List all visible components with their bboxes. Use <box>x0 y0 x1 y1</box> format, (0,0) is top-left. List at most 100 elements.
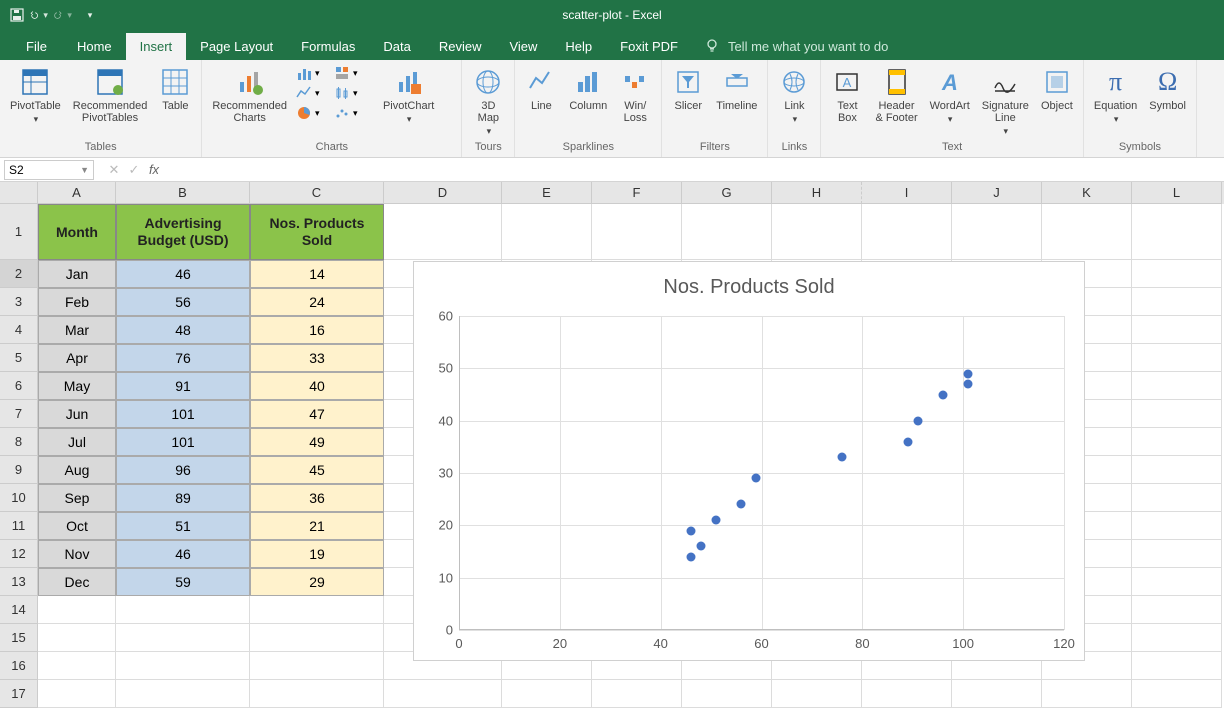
cell[interactable] <box>1132 680 1222 708</box>
row-header[interactable]: 11 <box>0 512 38 540</box>
cell[interactable]: Feb <box>38 288 116 316</box>
cell[interactable] <box>1132 204 1222 260</box>
cell[interactable] <box>38 652 116 680</box>
cell[interactable] <box>1132 316 1222 344</box>
tab-data[interactable]: Data <box>369 33 424 60</box>
textbox-button[interactable]: AText Box <box>827 64 867 126</box>
cell[interactable] <box>502 680 592 708</box>
cell[interactable] <box>1132 484 1222 512</box>
cell[interactable] <box>1132 400 1222 428</box>
wordart-button[interactable]: AWordArt▾ <box>926 64 974 127</box>
chart-plot-area[interactable]: 0102030405060020406080100120 <box>459 316 1064 630</box>
cell[interactable] <box>1132 260 1222 288</box>
data-point[interactable] <box>964 369 973 378</box>
cell[interactable]: Mar <box>38 316 116 344</box>
cell[interactable] <box>682 204 772 260</box>
cell[interactable] <box>1132 596 1222 624</box>
link-button[interactable]: Link▾ <box>774 64 814 127</box>
data-point[interactable] <box>838 453 847 462</box>
cell[interactable] <box>38 680 116 708</box>
row-header[interactable]: 9 <box>0 456 38 484</box>
cell[interactable]: 14 <box>250 260 384 288</box>
signature-line-button[interactable]: Signature Line▾ <box>978 64 1033 139</box>
data-point[interactable] <box>712 516 721 525</box>
fx-icon[interactable]: fx <box>146 162 162 178</box>
cell[interactable]: 96 <box>116 456 250 484</box>
tab-file[interactable]: File <box>10 33 63 60</box>
cell[interactable]: 49 <box>250 428 384 456</box>
row-header[interactable]: 3 <box>0 288 38 316</box>
column-header[interactable]: C <box>250 182 384 204</box>
sparkline-column-button[interactable]: Column <box>565 64 611 114</box>
cell[interactable] <box>952 680 1042 708</box>
tab-formulas[interactable]: Formulas <box>287 33 369 60</box>
cell[interactable] <box>384 204 502 260</box>
row-header[interactable]: 14 <box>0 596 38 624</box>
cell[interactable] <box>682 680 772 708</box>
column-header[interactable]: L <box>1132 182 1222 204</box>
pivottable-button[interactable]: PivotTable▾ <box>6 64 65 127</box>
cell[interactable]: 56 <box>116 288 250 316</box>
qat-customize-icon[interactable]: ▾ <box>79 4 101 26</box>
cell[interactable]: Sep <box>38 484 116 512</box>
cell[interactable] <box>1132 512 1222 540</box>
cell[interactable] <box>1132 652 1222 680</box>
cell[interactable] <box>116 652 250 680</box>
column-header[interactable]: G <box>682 182 772 204</box>
cell[interactable] <box>772 680 862 708</box>
tab-home[interactable]: Home <box>63 33 126 60</box>
cell[interactable]: 51 <box>116 512 250 540</box>
tab-help[interactable]: Help <box>551 33 606 60</box>
cell[interactable]: 19 <box>250 540 384 568</box>
cell[interactable]: 59 <box>116 568 250 596</box>
cell[interactable]: 46 <box>116 540 250 568</box>
row-header[interactable]: 16 <box>0 652 38 680</box>
cell[interactable] <box>1132 372 1222 400</box>
cell[interactable]: Dec <box>38 568 116 596</box>
cell[interactable] <box>1132 540 1222 568</box>
sparkline-line-button[interactable]: Line <box>521 64 561 114</box>
data-point[interactable] <box>697 542 706 551</box>
column-header[interactable]: B <box>116 182 250 204</box>
cell[interactable] <box>952 204 1042 260</box>
cell[interactable]: Month <box>38 204 116 260</box>
data-point[interactable] <box>939 390 948 399</box>
row-header[interactable]: 13 <box>0 568 38 596</box>
sparkline-winloss-button[interactable]: Win/ Loss <box>615 64 655 126</box>
column-header[interactable]: A <box>38 182 116 204</box>
cell[interactable]: Apr <box>38 344 116 372</box>
row-header[interactable]: 17 <box>0 680 38 708</box>
tell-me-search[interactable]: Tell me what you want to do <box>692 32 900 60</box>
header-footer-button[interactable]: Header & Footer <box>871 64 921 126</box>
data-point[interactable] <box>686 552 695 561</box>
cell[interactable]: May <box>38 372 116 400</box>
data-point[interactable] <box>903 437 912 446</box>
row-header[interactable]: 15 <box>0 624 38 652</box>
cell[interactable] <box>1132 428 1222 456</box>
data-point[interactable] <box>737 500 746 509</box>
cell[interactable]: Advertising Budget (USD) <box>116 204 250 260</box>
data-point[interactable] <box>686 526 695 535</box>
row-header[interactable]: 12 <box>0 540 38 568</box>
symbol-button[interactable]: ΩSymbol <box>1145 64 1190 114</box>
column-header[interactable]: H <box>772 182 862 204</box>
tab-foxit-pdf[interactable]: Foxit PDF <box>606 33 692 60</box>
recommended-pivottables-button[interactable]: Recommended PivotTables <box>69 64 152 126</box>
name-box[interactable]: S2▼ <box>4 160 94 180</box>
recommended-charts-button[interactable]: Recommended Charts <box>208 64 291 126</box>
slicer-button[interactable]: Slicer <box>668 64 708 114</box>
tab-page-layout[interactable]: Page Layout <box>186 33 287 60</box>
cell[interactable] <box>250 596 384 624</box>
timeline-button[interactable]: Timeline <box>712 64 761 114</box>
cell[interactable]: 40 <box>250 372 384 400</box>
cell[interactable] <box>250 624 384 652</box>
cell[interactable] <box>116 680 250 708</box>
cell[interactable]: 46 <box>116 260 250 288</box>
column-header[interactable]: F <box>592 182 682 204</box>
row-header[interactable]: 1 <box>0 204 38 260</box>
cell[interactable]: 76 <box>116 344 250 372</box>
row-header[interactable]: 6 <box>0 372 38 400</box>
row-header[interactable]: 2 <box>0 260 38 288</box>
cell[interactable] <box>250 652 384 680</box>
cell[interactable] <box>1132 288 1222 316</box>
